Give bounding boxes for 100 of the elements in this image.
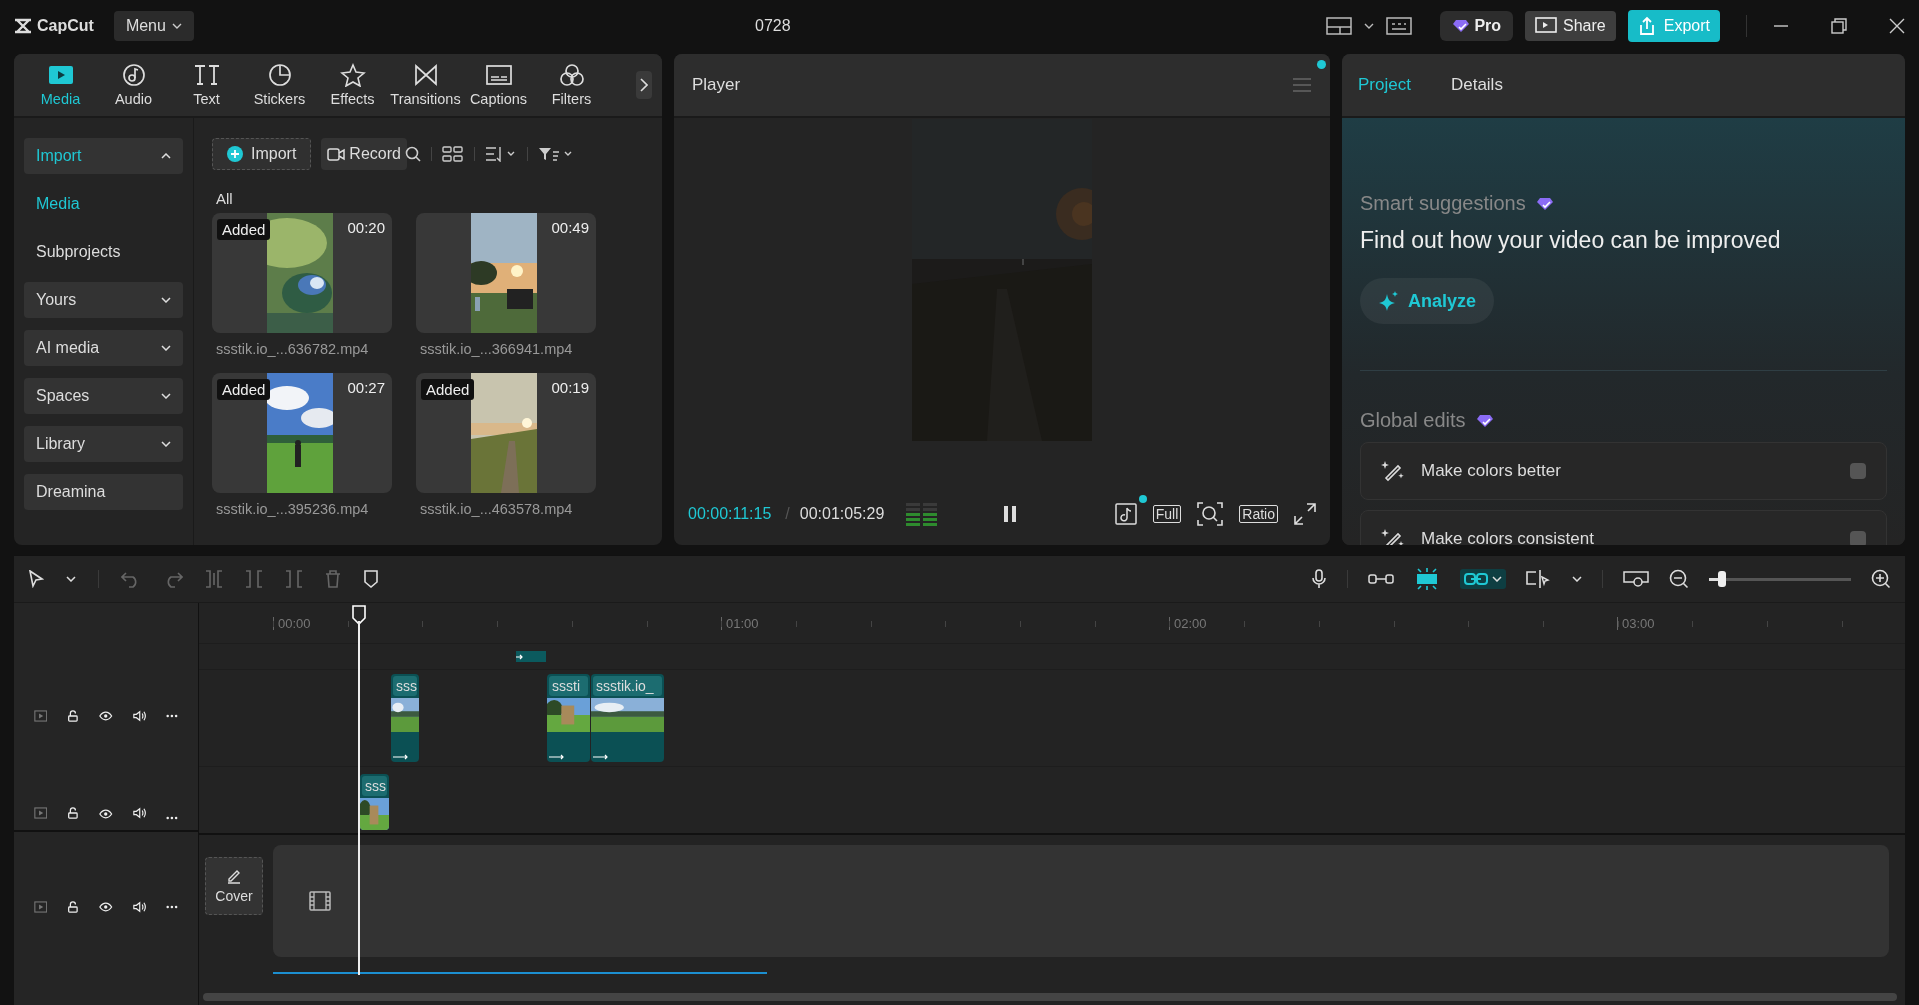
close-icon[interactable] xyxy=(1889,18,1905,34)
filter-icon[interactable] xyxy=(537,146,574,162)
linkage-toggle[interactable] xyxy=(1460,569,1506,589)
zoom-slider[interactable] xyxy=(1709,571,1851,587)
playhead[interactable] xyxy=(352,605,366,975)
media-thumbnail[interactable]: 00:49 xyxy=(416,213,596,333)
notification-dot xyxy=(1317,60,1326,69)
toolbar-tab[interactable]: Media xyxy=(24,59,97,111)
toolbar-tab[interactable]: Text xyxy=(170,59,243,111)
zoom-out-icon[interactable] xyxy=(1669,569,1689,589)
cover-button[interactable]: Cover xyxy=(205,857,263,915)
sidebar-dropdown[interactable]: Library xyxy=(24,426,183,462)
file-name: ssstik.io_...395236.mp4 xyxy=(215,501,370,517)
microphone-icon[interactable] xyxy=(1311,569,1327,589)
lock-icon[interactable] xyxy=(67,900,80,914)
video-clip[interactable]: sss xyxy=(360,774,389,830)
video-track-icon[interactable] xyxy=(34,806,48,820)
duration-label: 00:19 xyxy=(551,379,589,396)
restore-icon[interactable] xyxy=(1831,18,1847,34)
toolbar-tab[interactable]: Filters xyxy=(535,59,608,111)
search-icon[interactable] xyxy=(404,146,421,162)
sidebar-dropdown[interactable]: Import xyxy=(24,138,183,174)
eye-icon[interactable] xyxy=(99,808,113,820)
lock-icon[interactable] xyxy=(67,709,80,723)
video-track-icon[interactable] xyxy=(34,709,48,723)
grid-view-icon[interactable] xyxy=(441,146,464,162)
pencil-icon xyxy=(226,868,242,884)
speaker-icon[interactable] xyxy=(132,900,147,914)
record-button[interactable]: Record xyxy=(321,138,407,170)
star-icon xyxy=(339,63,366,87)
ratio-button[interactable]: Ratio xyxy=(1239,505,1278,523)
filter-icon xyxy=(558,63,585,87)
video-clip[interactable]: sss xyxy=(391,674,419,762)
toolbar-tab[interactable]: Captions xyxy=(462,59,535,111)
clip-label: sss xyxy=(393,676,417,696)
link-clip-icon[interactable] xyxy=(1368,572,1394,586)
delete-icon[interactable] xyxy=(325,570,341,588)
added-badge: Added xyxy=(217,379,271,400)
sidebar-dropdown[interactable]: AI media xyxy=(24,330,183,366)
chevron-down-icon xyxy=(161,345,171,351)
scrollbar[interactable] xyxy=(203,993,1897,1001)
sidebar-item[interactable]: Media xyxy=(24,186,183,222)
speaker-icon[interactable] xyxy=(132,806,147,820)
sidebar-item[interactable]: Subprojects xyxy=(24,234,183,270)
video-clip[interactable]: ssstik.io_ xyxy=(591,674,664,762)
speaker-icon[interactable] xyxy=(132,709,147,723)
more-icon[interactable] xyxy=(166,816,178,820)
eye-icon[interactable] xyxy=(99,710,113,722)
marker-icon[interactable] xyxy=(363,570,379,588)
video-track-icon[interactable] xyxy=(34,900,48,914)
option-checkbox[interactable] xyxy=(1850,463,1866,479)
chevron-down-icon[interactable] xyxy=(1572,576,1582,582)
pause-icon[interactable] xyxy=(1003,505,1018,523)
chevron-down-icon xyxy=(161,297,171,303)
sidebar-button[interactable]: Dreamina xyxy=(24,474,183,510)
music-note-icon[interactable] xyxy=(1114,503,1137,525)
arrow-icon xyxy=(549,754,565,760)
pointer-icon[interactable] xyxy=(28,570,44,588)
panel-tab[interactable]: Details xyxy=(1450,75,1503,95)
next-tabs-button[interactable] xyxy=(636,71,652,99)
notification-dot xyxy=(1138,495,1147,503)
file-name: ssstik.io_...463578.mp4 xyxy=(419,501,574,517)
toolbar-tab[interactable]: Stickers xyxy=(243,59,316,111)
sidebar-dropdown[interactable]: Spaces xyxy=(24,378,183,414)
more-icon[interactable] xyxy=(166,905,178,909)
zoom-in-icon[interactable] xyxy=(1871,569,1891,589)
media-thumbnail[interactable]: Added 00:19 xyxy=(416,373,596,493)
analyze-button[interactable]: Analyze xyxy=(1360,278,1495,324)
toolbar-tab[interactable]: Effects xyxy=(316,59,389,111)
menu-button[interactable]: Menu xyxy=(113,11,194,41)
share-button[interactable]: Share xyxy=(1525,11,1616,41)
media-thumbnail[interactable]: Added 00:27 xyxy=(212,373,392,493)
chevron-down-icon xyxy=(1492,576,1502,582)
pro-button[interactable]: Pro xyxy=(1440,11,1514,41)
chevron-down-icon[interactable] xyxy=(1364,23,1375,29)
total-time: 00:01:05:29 xyxy=(799,505,885,523)
fullscreen-icon[interactable] xyxy=(1294,503,1316,525)
caption-icon xyxy=(485,63,512,87)
sidebar-dropdown[interactable]: Yours xyxy=(24,282,183,318)
toolbar-tab[interactable]: Audio xyxy=(97,59,170,111)
diamond-icon xyxy=(1535,196,1554,211)
keyboard-icon[interactable] xyxy=(1386,17,1413,35)
zoom-to-fit-icon[interactable] xyxy=(1623,569,1649,589)
layout-icon[interactable] xyxy=(1326,17,1353,35)
full-button[interactable]: Full xyxy=(1152,505,1182,523)
lock-icon[interactable] xyxy=(67,806,80,820)
import-button[interactable]: Import xyxy=(212,138,312,170)
more-icon[interactable] xyxy=(166,714,178,718)
eye-icon[interactable] xyxy=(99,901,113,913)
preview-axis-icon[interactable] xyxy=(1526,569,1552,589)
sort-icon[interactable] xyxy=(484,146,517,162)
zoom-frame-icon[interactable] xyxy=(1197,502,1224,526)
toolbar-tab[interactable]: Transitions xyxy=(389,59,462,111)
media-thumbnail[interactable]: Added 00:20 xyxy=(212,213,392,333)
chevron-down-icon[interactable] xyxy=(66,576,76,582)
chevron-up-icon xyxy=(161,153,171,159)
clip-marker[interactable] xyxy=(516,651,546,662)
snap-icon[interactable] xyxy=(1414,567,1440,591)
panel-tab[interactable]: Project xyxy=(1358,75,1411,95)
option-checkbox[interactable] xyxy=(1850,531,1866,545)
